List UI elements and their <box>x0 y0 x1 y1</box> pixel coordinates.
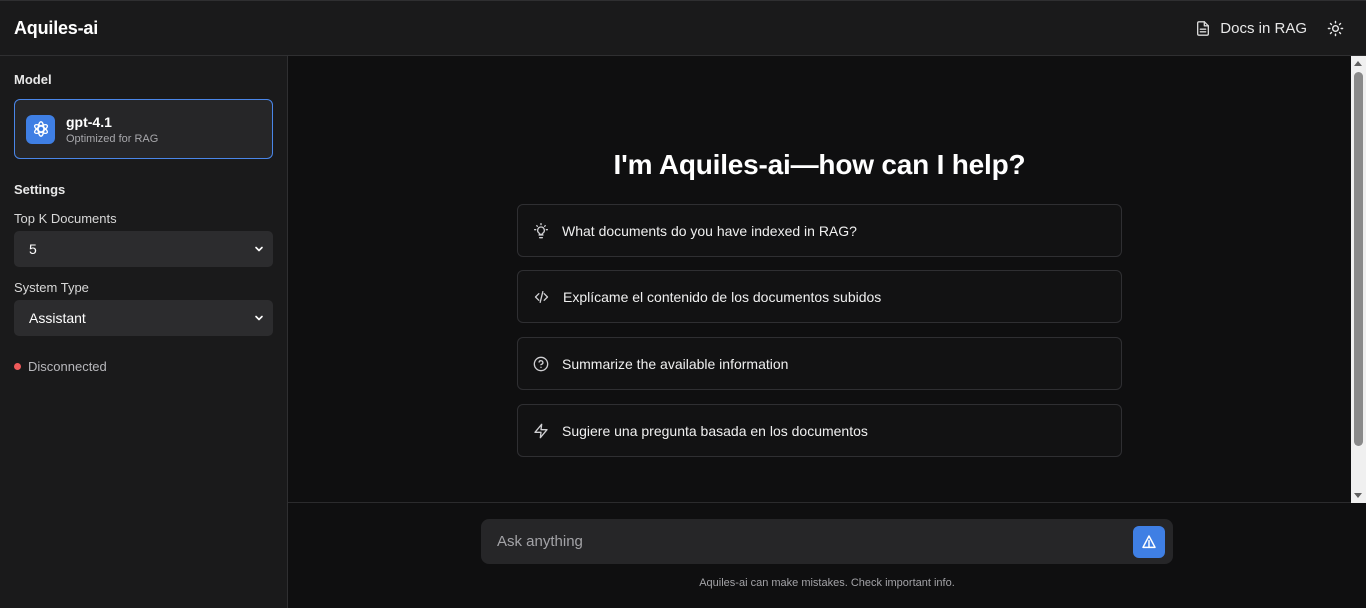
openai-icon <box>26 114 55 144</box>
top-k-select[interactable]: 5 <box>14 231 273 267</box>
theme-toggle-button[interactable] <box>1327 20 1344 37</box>
status-text: Disconnected <box>28 359 107 374</box>
disclaimer-text: Aquiles-ai can make mistakes. Check impo… <box>699 577 955 589</box>
header-actions: Docs in RAG <box>1195 20 1352 37</box>
chevron-down-icon <box>253 243 265 255</box>
model-selector-card[interactable]: gpt-4.1 Optimized for RAG <box>14 99 273 159</box>
status-dot <box>14 363 21 370</box>
main-panel: I'm Aquiles-ai—how can I help? What docu… <box>288 56 1366 608</box>
document-icon <box>1195 20 1211 37</box>
sun-icon <box>1327 20 1344 37</box>
system-type-value: Assistant <box>29 310 86 326</box>
sidebar: Model gpt-4.1 Optimized for RAG Settings… <box>0 56 288 608</box>
zap-icon <box>533 423 549 439</box>
send-button[interactable] <box>1133 525 1165 558</box>
model-name: gpt-4.1 <box>66 113 112 130</box>
top-k-label: Top K Documents <box>14 211 117 226</box>
suggestion-card[interactable]: Sugiere una pregunta basada en los docum… <box>517 404 1122 457</box>
docs-in-rag-button[interactable]: Docs in RAG <box>1195 20 1307 37</box>
model-info: gpt-4.1 Optimized for RAG <box>66 114 158 145</box>
scroll-thumb[interactable] <box>1354 72 1363 446</box>
code-icon <box>533 289 550 305</box>
lightbulb-icon <box>533 222 549 239</box>
top-bar: Aquiles-ai Docs in RAG <box>0 0 1366 56</box>
message-composer <box>481 519 1173 564</box>
suggestion-text: What documents do you have indexed in RA… <box>562 222 857 239</box>
welcome-heading: I'm Aquiles-ai—how can I help? <box>613 149 1026 180</box>
suggestion-card[interactable]: Explícame el contenido de los documentos… <box>517 270 1122 323</box>
suggestion-text: Sugiere una pregunta basada en los docum… <box>562 422 868 439</box>
scroll-up-arrow-icon[interactable] <box>1354 61 1362 66</box>
chevron-down-icon <box>253 312 265 324</box>
model-section-label: Model <box>14 72 52 87</box>
suggestion-card[interactable]: Summarize the available information <box>517 337 1122 390</box>
scroll-down-arrow-icon[interactable] <box>1354 493 1362 498</box>
settings-section-label: Settings <box>14 182 66 197</box>
chat-area: I'm Aquiles-ai—how can I help? What docu… <box>288 56 1366 503</box>
model-description: Optimized for RAG <box>66 132 159 145</box>
suggestion-text: Explícame el contenido de los documentos… <box>563 288 882 305</box>
top-k-value: 5 <box>29 241 37 257</box>
docs-in-rag-label: Docs in RAG <box>1220 19 1307 37</box>
send-icon <box>1141 534 1157 550</box>
system-type-select[interactable]: Assistant <box>14 300 273 336</box>
connection-status: Disconnected <box>14 359 107 374</box>
system-type-label: System Type <box>14 280 89 295</box>
help-circle-icon <box>533 356 549 372</box>
chat-scrollbar[interactable] <box>1351 56 1366 503</box>
suggestion-text: Summarize the available information <box>562 355 789 372</box>
suggestion-card[interactable]: What documents do you have indexed in RA… <box>517 204 1122 257</box>
message-input[interactable] <box>497 533 1117 550</box>
app-title: Aquiles-ai <box>14 17 99 38</box>
